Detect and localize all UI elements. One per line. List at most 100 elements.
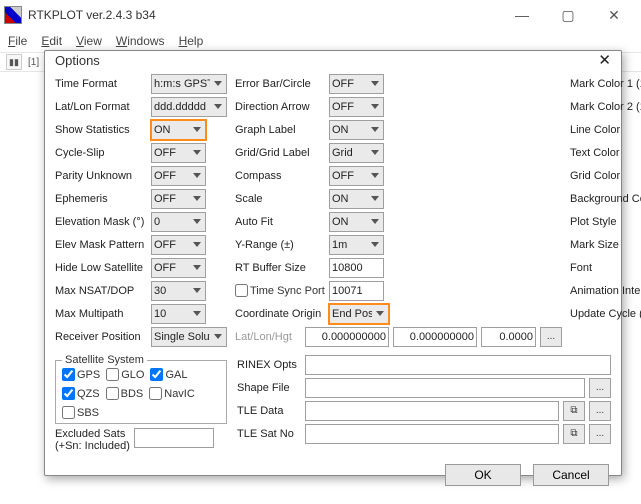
direction-arrow-label: Direction Arrow [235, 101, 325, 113]
max-multipath-select[interactable]: 10 [151, 304, 206, 324]
graph-label-select[interactable]: ON [329, 120, 384, 140]
qzs-check[interactable]: QZS [62, 387, 100, 400]
menu-help[interactable]: Help [179, 34, 204, 48]
hide-low-sat-label: Hide Low Satellite [55, 262, 147, 274]
upd-cycle-label: Update Cycle (ms) [570, 308, 641, 320]
app-icon [4, 6, 22, 24]
autofit-select[interactable]: ON [329, 212, 384, 232]
ok-button[interactable]: OK [445, 464, 521, 486]
coord-origin-select[interactable]: End Pos [329, 304, 389, 324]
menu-windows[interactable]: Windows [116, 34, 165, 48]
errbar-select[interactable]: OFF [329, 74, 384, 94]
rtbuf-label: RT Buffer Size [235, 262, 325, 274]
tle-satno-browse[interactable]: ... [589, 424, 611, 444]
elev-mask-select[interactable]: 0 [151, 212, 206, 232]
max-multipath-label: Max Multipath [55, 308, 147, 320]
tle-satno-label: TLE Sat No [237, 428, 301, 440]
show-statistics-select[interactable]: ON [151, 120, 206, 140]
titlebar: RTKPLOT ver.2.4.3 b34 — ▢ ✕ [0, 0, 641, 30]
scale-label: Scale [235, 193, 325, 205]
shape-input[interactable] [305, 378, 585, 398]
show-statistics-label: Show Statistics [55, 124, 147, 136]
coord-origin-label: Coordinate Origin [235, 308, 325, 320]
max-nsat-label: Max NSAT/DOP [55, 285, 147, 297]
latlon-format-select[interactable]: ddd.ddddd [151, 97, 227, 117]
rtbuf-input[interactable] [329, 258, 384, 278]
menu-edit[interactable]: Edit [41, 34, 62, 48]
gal-check[interactable]: GAL [150, 368, 187, 381]
lat-input [305, 327, 389, 347]
yrange-select[interactable]: 1m [329, 235, 384, 255]
parity-unknown-select[interactable]: OFF [151, 166, 206, 186]
anim-int-label: Animation Interval [570, 285, 641, 297]
grid-label-label: Grid/Grid Label [235, 147, 325, 159]
tle-satno-view[interactable]: ⧉ [563, 424, 585, 444]
latlon-format-label: Lat/Lon Format [55, 101, 147, 113]
lon-input [393, 327, 477, 347]
options-dialog: Options ✕ Time Format h:m:s GPST Lat/Lon… [44, 50, 622, 476]
time-format-label: Time Format [55, 78, 147, 90]
receiver-pos-label: Receiver Position [55, 331, 147, 343]
pause-icon[interactable]: ▮▮ [6, 54, 22, 70]
time-sync-port-input[interactable] [329, 281, 384, 301]
max-nsat-select[interactable]: 30 [151, 281, 206, 301]
grid-color-label: Grid Color [570, 170, 641, 182]
menu-file[interactable]: File [8, 34, 27, 48]
glo-check[interactable]: GLO [106, 368, 144, 381]
excl-sats-input[interactable] [134, 428, 214, 448]
errbar-label: Error Bar/Circle [235, 78, 325, 90]
sat-system-legend: Satellite System [62, 354, 147, 366]
yrange-label: Y-Range (±) [235, 239, 325, 251]
direction-arrow-select[interactable]: OFF [329, 97, 384, 117]
grid-label-select[interactable]: Grid [329, 143, 384, 163]
rinex-label: RINEX Opts [237, 359, 301, 371]
ephemeris-select[interactable]: OFF [151, 189, 206, 209]
menu-view[interactable]: View [76, 34, 102, 48]
minimize-button[interactable]: — [499, 0, 545, 30]
mark-size-label: Mark Size [570, 239, 641, 251]
tle-satno-input[interactable] [305, 424, 559, 444]
elev-mask-pat-select[interactable]: OFF [151, 235, 206, 255]
plot-style-label: Plot Style [570, 216, 641, 228]
time-format-select[interactable]: h:m:s GPST [151, 74, 227, 94]
elev-mask-pat-label: Elev Mask Pattern [55, 239, 147, 251]
scale-select[interactable]: ON [329, 189, 384, 209]
navic-check[interactable]: NavIC [149, 387, 195, 400]
rinex-input[interactable] [305, 355, 611, 375]
shape-label: Shape File [237, 382, 301, 394]
graph-label-label: Graph Label [235, 124, 325, 136]
window-title: RTKPLOT ver.2.4.3 b34 [28, 8, 499, 22]
tle-data-browse[interactable]: ... [589, 401, 611, 421]
menubar: File Edit View Windows Help [0, 30, 641, 52]
latlonhgt-browse-button[interactable]: ... [540, 327, 562, 347]
cancel-button[interactable]: Cancel [533, 464, 609, 486]
receiver-pos-select[interactable]: Single Solut [151, 327, 227, 347]
shape-browse[interactable]: ... [589, 378, 611, 398]
bds-check[interactable]: BDS [106, 387, 144, 400]
font-value: Arial Narrow 8pt [604, 262, 641, 274]
cycle-slip-select[interactable]: OFF [151, 143, 206, 163]
tle-data-view[interactable]: ⧉ [563, 401, 585, 421]
mark-color1-label: Mark Color 1 (1-6) [570, 78, 641, 90]
cycle-slip-label: Cycle-Slip [55, 147, 147, 159]
ephemeris-label: Ephemeris [55, 193, 147, 205]
mark-color2-label: Mark Color 2 (1-6) [570, 101, 641, 113]
time-sync-port-check[interactable]: Time Sync Port [235, 284, 325, 297]
tle-data-input[interactable] [305, 401, 559, 421]
sbs-check[interactable]: SBS [62, 406, 99, 419]
bg-color-label: Background Color [570, 193, 641, 205]
dialog-title: Options [55, 53, 100, 68]
compass-select[interactable]: OFF [329, 166, 384, 186]
hgt-input [481, 327, 536, 347]
latlonhgt-label: Lat/Lon/Hgt [235, 331, 301, 343]
line-color-label: Line Color [570, 124, 641, 136]
hide-low-sat-select[interactable]: OFF [151, 258, 206, 278]
gps-check[interactable]: GPS [62, 368, 100, 381]
sat-system-group: Satellite System GPS GLO GAL QZS BDS Nav… [55, 354, 227, 424]
excl-sats-label: Excluded Sats [55, 428, 130, 440]
parity-unknown-label: Parity Unknown [55, 170, 147, 182]
text-color-label: Text Color [570, 147, 641, 159]
close-icon[interactable]: ✕ [598, 51, 611, 69]
maximize-button[interactable]: ▢ [545, 0, 591, 30]
close-window-button[interactable]: ✕ [591, 0, 637, 30]
